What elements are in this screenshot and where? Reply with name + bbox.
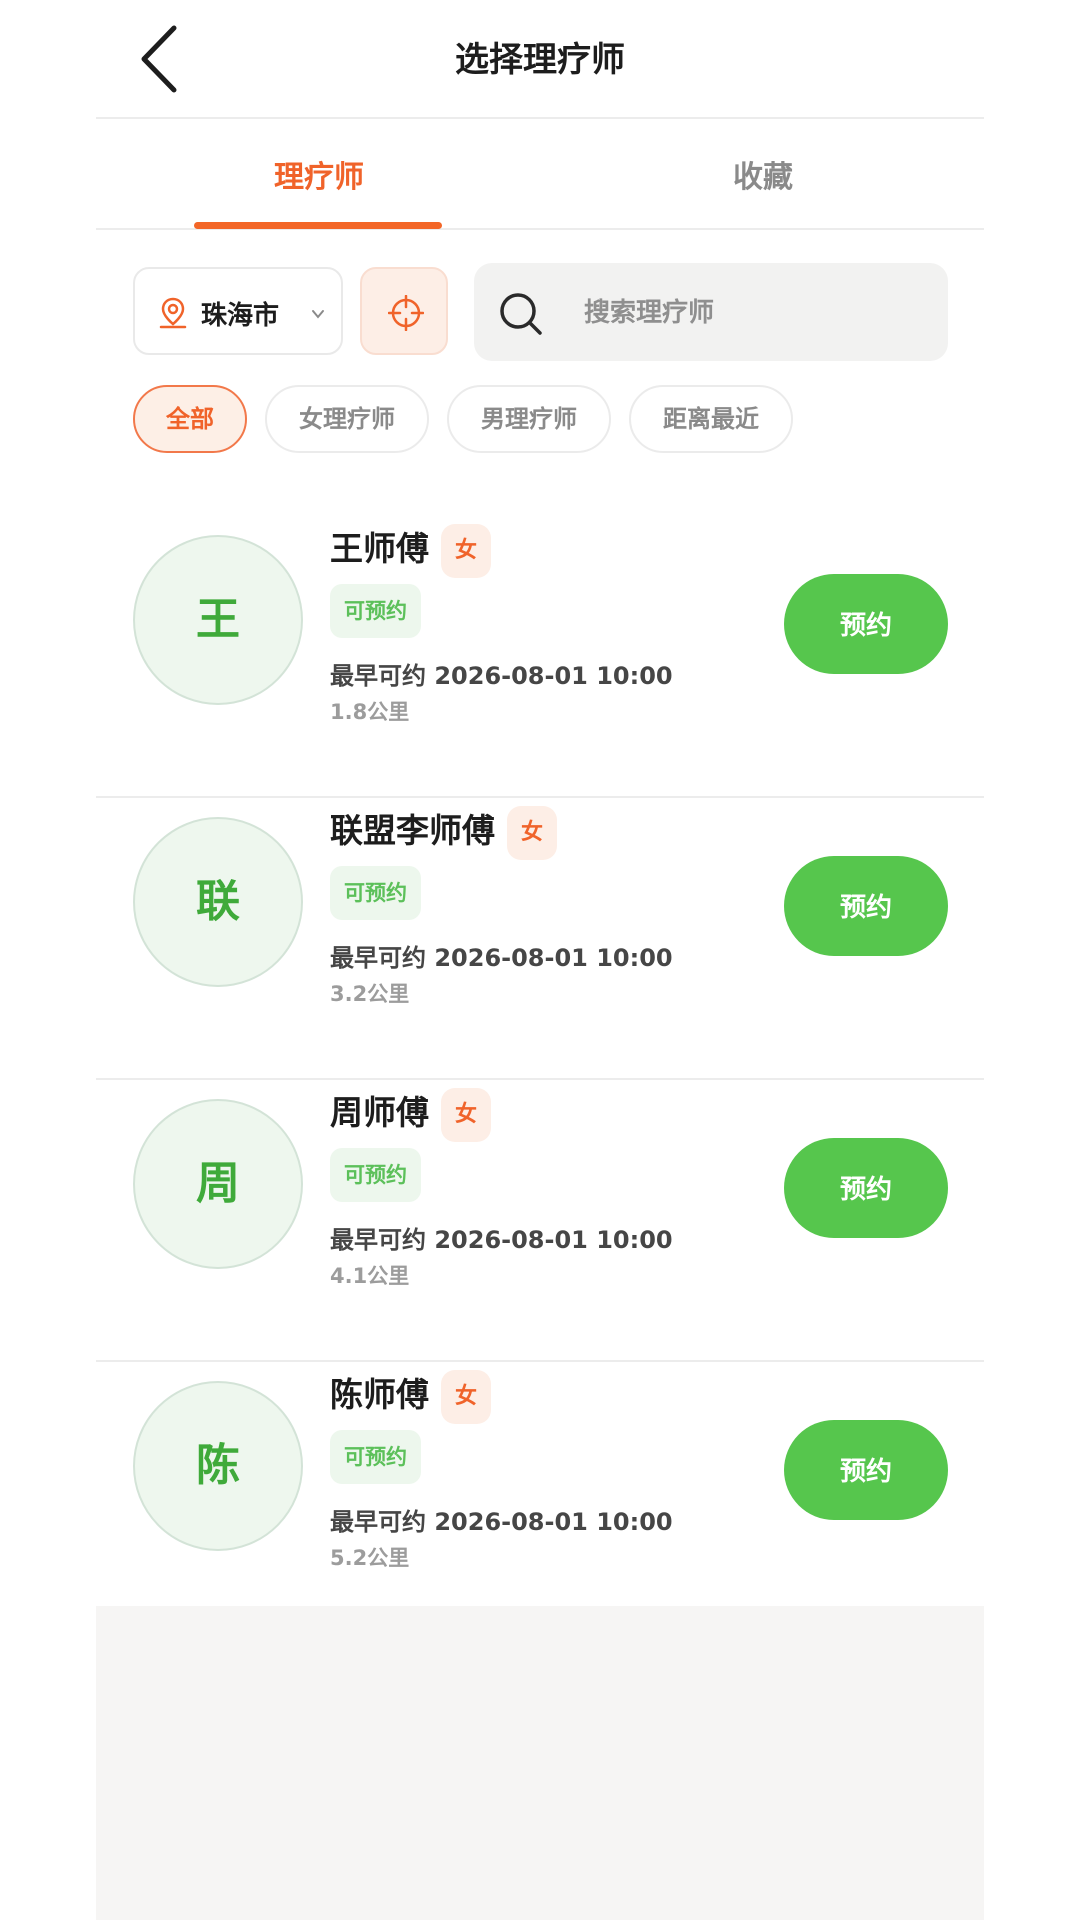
gender-badge: 女 xyxy=(441,1087,491,1142)
search-box[interactable] xyxy=(474,263,948,361)
therapist-name: 王师傅 xyxy=(330,529,429,568)
avatar: 陈 xyxy=(133,1381,303,1551)
tab-therapists[interactable]: 理疗师 xyxy=(194,152,444,196)
map-pin-icon xyxy=(159,297,187,329)
search-input[interactable] xyxy=(582,285,926,341)
book-button[interactable]: 预约 xyxy=(784,574,948,674)
tab-favorites[interactable]: 收藏 xyxy=(638,152,888,196)
earliest-time: 最早可约 2026-08-01 10:00 xyxy=(330,662,673,690)
chip-female-therapist[interactable]: 女理疗师 xyxy=(265,385,429,453)
earliest-time: 最早可约 2026-08-01 10:00 xyxy=(330,1226,673,1254)
therapist-name-row: 陈师傅女 xyxy=(330,1368,491,1424)
chip-nearest[interactable]: 距离最近 xyxy=(629,385,793,453)
therapist-name-row: 周师傅女 xyxy=(330,1086,491,1142)
therapist-card[interactable]: 王 王师傅女 可预约 最早可约 2026-08-01 10:00 1.8公里 预… xyxy=(96,514,984,798)
gender-badge: 女 xyxy=(507,805,557,860)
gender-badge: 女 xyxy=(441,523,491,578)
earliest-time: 最早可约 2026-08-01 10:00 xyxy=(330,1508,673,1536)
book-button[interactable]: 预约 xyxy=(784,1138,948,1238)
status-badge: 可预约 xyxy=(330,1430,421,1484)
distance: 4.1公里 xyxy=(330,1264,410,1288)
therapist-name: 联盟李师傅 xyxy=(330,811,495,850)
book-button[interactable]: 预约 xyxy=(784,1420,948,1520)
book-button[interactable]: 预约 xyxy=(784,856,948,956)
city-label: 珠海市 xyxy=(201,301,280,331)
page-title: 选择理疗师 xyxy=(455,40,625,80)
status-badge: 可预约 xyxy=(330,866,421,920)
active-tab-indicator xyxy=(194,222,442,229)
distance: 5.2公里 xyxy=(330,1546,410,1570)
page: 选择理疗师 理疗师 收藏 珠海市 全部 女理疗师 xyxy=(96,0,984,1920)
header: 选择理疗师 xyxy=(96,0,984,119)
avatar: 联 xyxy=(133,817,303,987)
therapist-name: 周师傅 xyxy=(330,1093,429,1132)
search-icon xyxy=(500,293,542,335)
gender-badge: 女 xyxy=(441,1369,491,1424)
therapist-card[interactable]: 周 周师傅女 可预约 最早可约 2026-08-01 10:00 4.1公里 预… xyxy=(96,1078,984,1362)
city-selector[interactable]: 珠海市 xyxy=(133,267,343,355)
avatar: 王 xyxy=(133,535,303,705)
locate-button[interactable] xyxy=(360,267,448,355)
status-badge: 可预约 xyxy=(330,584,421,638)
chip-male-therapist[interactable]: 男理疗师 xyxy=(447,385,611,453)
distance: 1.8公里 xyxy=(330,700,410,724)
distance: 3.2公里 xyxy=(330,982,410,1006)
therapist-name: 陈师傅 xyxy=(330,1375,429,1414)
therapist-card[interactable]: 联 联盟李师傅女 可预约 最早可约 2026-08-01 10:00 3.2公里… xyxy=(96,796,984,1080)
chevron-down-icon xyxy=(312,310,324,319)
therapist-name-row: 联盟李师傅女 xyxy=(330,804,557,860)
crosshair-icon xyxy=(388,295,424,331)
earliest-time: 最早可约 2026-08-01 10:00 xyxy=(330,944,673,972)
tab-bar: 理疗师 收藏 xyxy=(96,118,984,230)
therapist-card[interactable]: 陈 陈师傅女 可预约 最早可约 2026-08-01 10:00 5.2公里 预… xyxy=(96,1360,984,1642)
chip-all[interactable]: 全部 xyxy=(133,385,247,453)
therapist-name-row: 王师傅女 xyxy=(330,522,491,578)
status-badge: 可预约 xyxy=(330,1148,421,1202)
empty-area xyxy=(96,1606,984,1920)
avatar: 周 xyxy=(133,1099,303,1269)
